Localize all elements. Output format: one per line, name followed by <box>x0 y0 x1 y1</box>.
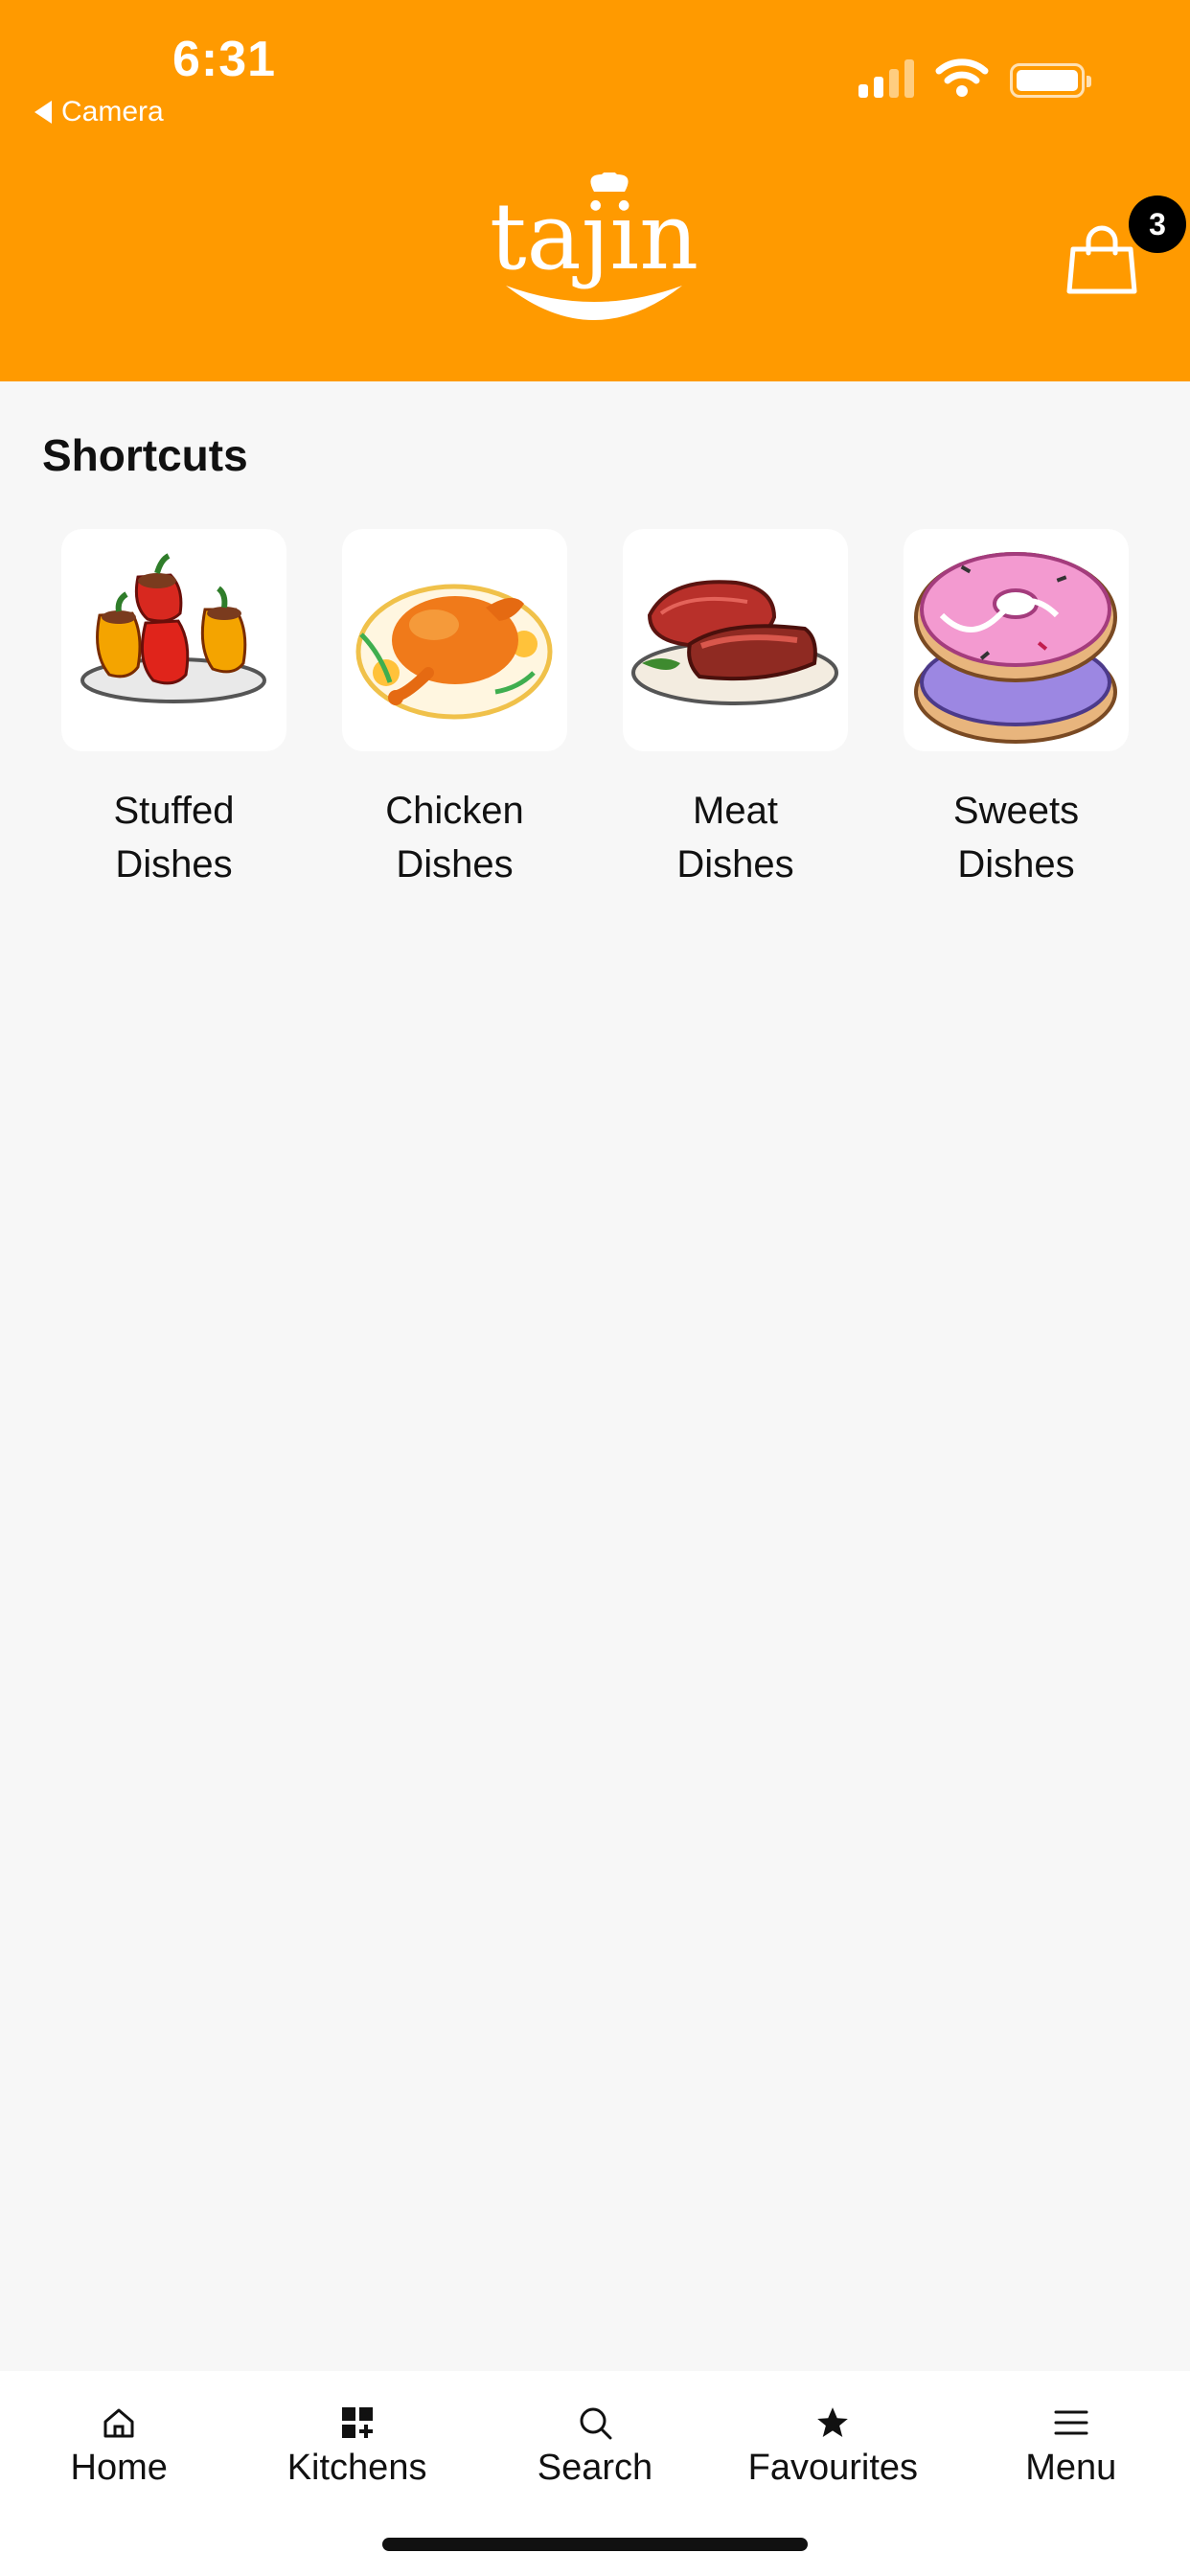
tab-favourites[interactable]: Favourites <box>714 2404 951 2489</box>
shortcut-label: Sweets Dishes <box>952 790 1080 886</box>
star-icon <box>813 2404 852 2442</box>
shortcut-label: Meat Dishes <box>676 790 794 886</box>
tab-label: Kitchens <box>286 2448 427 2488</box>
app-header: 6:31 Camera tajin 3 <box>0 0 1190 381</box>
home-indicator[interactable] <box>382 2538 808 2551</box>
shortcut-meat-dishes[interactable]: Meat Dishes <box>623 529 848 891</box>
home-icon <box>100 2404 138 2442</box>
cellular-signal-icon <box>858 58 914 98</box>
shortcut-sweets-dishes[interactable]: Sweets Dishes <box>904 529 1129 891</box>
donuts-image <box>904 529 1129 751</box>
tab-label: Favourites <box>747 2448 919 2488</box>
shortcut-label: Chicken Dishes <box>385 790 524 886</box>
tab-search[interactable]: Search <box>476 2404 714 2489</box>
battery-icon <box>1010 63 1091 98</box>
shortcuts-title: Shortcuts <box>42 430 248 480</box>
status-time: 6:31 <box>172 32 277 87</box>
steak-image <box>623 529 848 751</box>
shopping-bag-icon[interactable] <box>1064 220 1140 297</box>
menu-icon <box>1052 2404 1090 2442</box>
grid-plus-icon <box>338 2404 377 2442</box>
tab-home[interactable]: Home <box>0 2404 238 2489</box>
stuffed-peppers-image <box>61 529 286 751</box>
tajin-logo[interactable]: tajin <box>450 172 738 335</box>
shortcuts-row: Stuffed Dishes Chicken Dishes Meat Dishe… <box>61 529 1129 891</box>
cart-count-badge: 3 <box>1129 196 1186 253</box>
back-label: Camera <box>61 96 164 127</box>
shortcut-stuffed-dishes[interactable]: Stuffed Dishes <box>61 529 286 891</box>
search-icon <box>576 2404 614 2442</box>
status-indicators <box>858 58 1091 98</box>
shortcut-chicken-dishes[interactable]: Chicken Dishes <box>342 529 567 891</box>
back-arrow-icon <box>34 101 52 124</box>
tab-label: Home <box>70 2448 168 2488</box>
wifi-icon <box>935 58 989 97</box>
back-to-camera-link[interactable]: Camera <box>34 96 164 128</box>
tab-menu[interactable]: Menu <box>952 2404 1190 2489</box>
tab-label: Menu <box>1025 2448 1117 2488</box>
roast-chicken-image <box>342 529 567 751</box>
tab-label: Search <box>537 2448 653 2488</box>
tab-kitchens[interactable]: Kitchens <box>238 2404 475 2489</box>
shortcut-label: Stuffed Dishes <box>113 790 235 886</box>
logo-text: tajin <box>490 183 698 290</box>
